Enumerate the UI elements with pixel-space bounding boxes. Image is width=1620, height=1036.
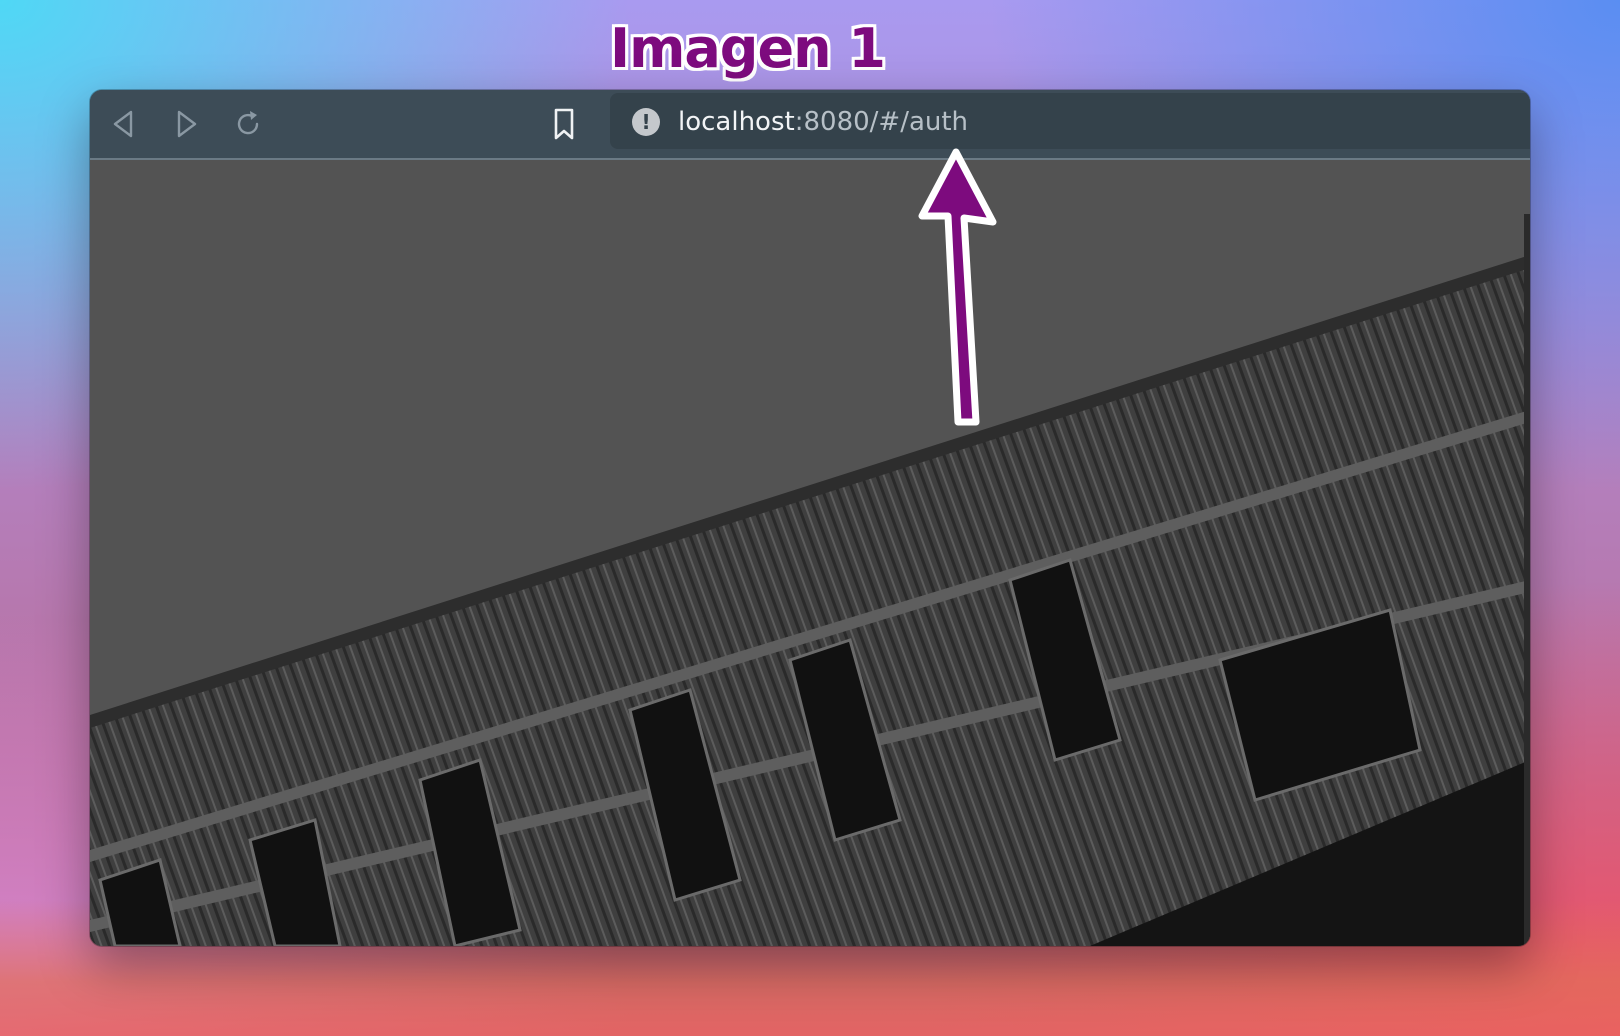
url-text[interactable]: localhost:8080/#/auth	[678, 105, 968, 139]
forward-arrow-icon[interactable]	[168, 106, 204, 142]
image-caption: Imagen 1	[610, 17, 886, 80]
building-facade-photo	[90, 160, 1530, 946]
info-icon[interactable]: !	[632, 108, 660, 136]
browser-toolbar: ! localhost:8080/#/auth	[90, 90, 1530, 160]
address-bar[interactable]: ! localhost:8080/#/auth	[610, 93, 1530, 149]
url-path: :8080/#/auth	[794, 107, 969, 137]
page-content-image	[90, 160, 1530, 946]
reload-icon[interactable]	[230, 106, 266, 142]
bookmark-icon[interactable]	[548, 106, 580, 142]
url-host: localhost	[678, 107, 795, 137]
browser-window: ! localhost:8080/#/auth	[90, 90, 1530, 946]
back-arrow-icon[interactable]	[106, 106, 142, 142]
